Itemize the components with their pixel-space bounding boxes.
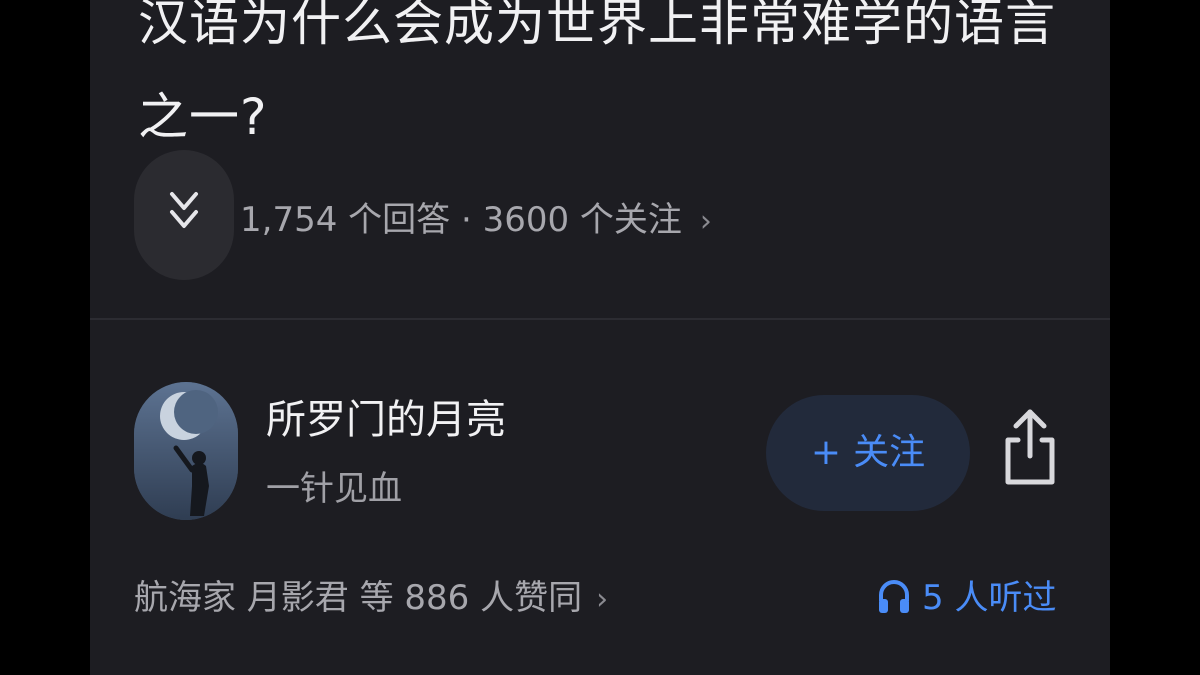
plus-icon: +	[810, 432, 842, 473]
follow-label: 关注	[853, 432, 926, 473]
author-bio: 一针见血	[266, 469, 402, 509]
double-chevron-down-icon	[170, 192, 198, 228]
follow-button[interactable]: + 关注	[766, 395, 970, 511]
avatar-image	[134, 382, 238, 520]
app-screen: 汉语为什么会成为世界上非常难学的语言之一? 1,754 个回答 · 3600 个…	[90, 0, 1110, 675]
question-stats: 1,754 个回答 · 3600 个关注	[240, 200, 682, 240]
listened-text: 5 人听过	[922, 578, 1057, 618]
avatar[interactable]	[134, 382, 238, 520]
chevron-right-icon: ›	[699, 204, 712, 239]
question-meta[interactable]: 1,754 个回答 · 3600 个关注 ›	[240, 192, 712, 250]
author-name[interactable]: 所罗门的月亮	[266, 392, 506, 448]
share-button[interactable]	[1000, 404, 1060, 490]
question-title[interactable]: 汉语为什么会成为世界上非常难学的语言之一?	[138, 0, 1078, 164]
likes-text: 航海家 月影君 等 886 人赞同	[134, 578, 583, 618]
headphone-icon	[879, 580, 909, 613]
collapse-button[interactable]	[134, 150, 234, 280]
listened-count[interactable]: 5 人听过	[876, 570, 1056, 626]
divider	[90, 318, 1110, 320]
chevron-right-icon: ›	[596, 582, 609, 617]
likes-summary[interactable]: 航海家 月影君 等 886 人赞同 ›	[134, 570, 608, 628]
share-icon	[1005, 409, 1055, 485]
